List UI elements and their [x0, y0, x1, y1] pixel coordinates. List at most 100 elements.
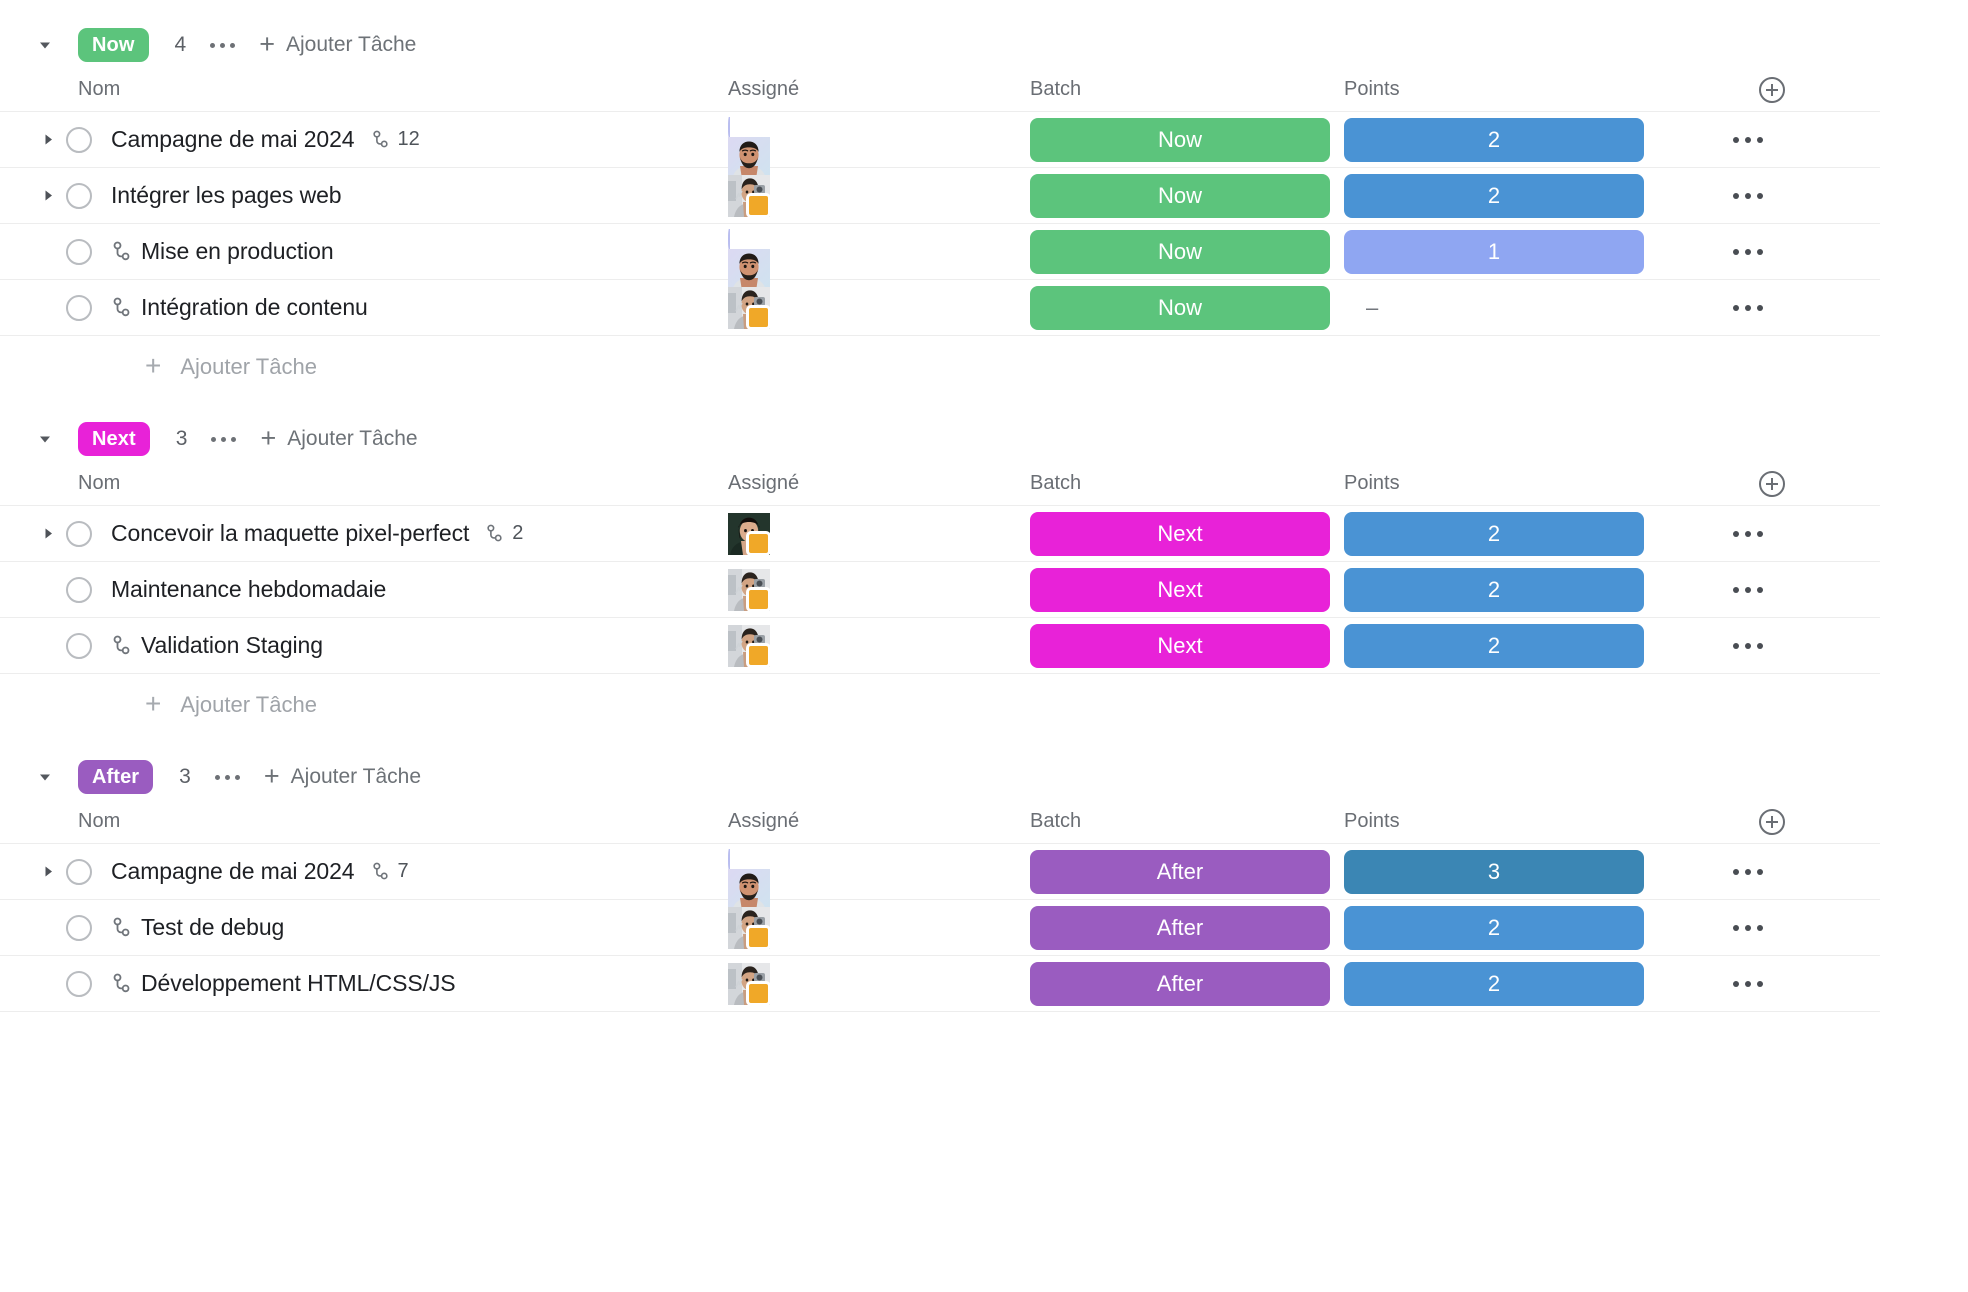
avatar[interactable] — [728, 228, 770, 310]
points-pill[interactable]: 2 — [1344, 623, 1644, 668]
points-pill[interactable]: 2 — [1344, 511, 1644, 556]
plus-circle-icon[interactable] — [1759, 808, 1785, 835]
avatar[interactable] — [728, 962, 771, 1006]
group-menu-icon[interactable] — [209, 431, 238, 448]
row-menu-icon[interactable] — [1729, 579, 1767, 601]
points-pill[interactable]: 2 — [1344, 173, 1644, 218]
column-header-assignee-cell: Assigné — [720, 78, 1030, 101]
task-title[interactable]: Validation Staging — [141, 632, 323, 659]
points-pill[interactable]: 2 — [1344, 117, 1644, 162]
circle-checkbox-icon[interactable] — [66, 294, 92, 321]
task-title[interactable]: Concevoir la maquette pixel-perfect — [111, 520, 469, 547]
add-task-row-button[interactable]: + Ajouter Tâche — [0, 336, 1968, 398]
avatar[interactable] — [728, 568, 771, 612]
caret-right-icon[interactable] — [40, 132, 56, 148]
task-batch-cell: Next — [1030, 567, 1344, 612]
task-title[interactable]: Campagne de mai 2024 — [111, 126, 355, 153]
batch-pill[interactable]: Next — [1030, 567, 1330, 612]
row-menu-icon[interactable] — [1729, 297, 1767, 319]
batch-pill[interactable]: Now — [1030, 117, 1330, 162]
task-title[interactable]: Intégration de contenu — [141, 294, 368, 321]
caret-down-icon[interactable] — [34, 766, 56, 788]
row-menu-icon[interactable] — [1729, 973, 1767, 995]
caret-right-icon[interactable] — [40, 864, 56, 880]
circle-checkbox-icon[interactable] — [66, 632, 92, 659]
avatar[interactable] — [728, 624, 771, 668]
group-badge-after[interactable]: After — [78, 760, 154, 794]
task-points-cell: 2 — [1344, 117, 1664, 162]
batch-pill[interactable]: After — [1030, 905, 1330, 950]
avatar[interactable] — [728, 512, 771, 556]
points-pill[interactable]: 3 — [1344, 849, 1644, 894]
column-header-batch-cell: Batch — [1030, 810, 1344, 833]
batch-pill[interactable]: Now — [1030, 173, 1330, 218]
group-add-task-label: Ajouter Tâche — [287, 427, 418, 450]
group-add-task-button[interactable]: + Ajouter Tâche — [264, 762, 421, 791]
group-menu-icon[interactable] — [208, 37, 237, 54]
circle-checkbox-icon[interactable] — [66, 238, 92, 265]
points-pill[interactable]: 2 — [1344, 961, 1644, 1006]
caret-right-icon[interactable] — [40, 188, 56, 204]
avatar[interactable] — [728, 286, 771, 330]
row-menu-icon[interactable] — [1729, 129, 1767, 151]
circle-checkbox-icon[interactable] — [66, 182, 92, 209]
table-row: Campagne de mai 2024 7 After 3 — [0, 844, 1880, 930]
task-name-cell: Intégrer les pages web — [0, 182, 720, 209]
circle-checkbox-icon[interactable] — [66, 520, 92, 547]
batch-pill[interactable]: Next — [1030, 623, 1330, 668]
table-row: Campagne de mai 2024 12 Now 2 — [0, 112, 1880, 198]
row-menu-icon[interactable] — [1729, 185, 1767, 207]
task-batch-cell: Next — [1030, 511, 1344, 556]
column-header-name: Nom — [78, 472, 121, 494]
task-title[interactable]: Intégrer les pages web — [111, 182, 342, 209]
row-menu-icon[interactable] — [1729, 241, 1767, 263]
caret-down-icon[interactable] — [34, 428, 56, 450]
circle-checkbox-icon[interactable] — [66, 970, 92, 997]
batch-pill[interactable]: Now — [1030, 229, 1330, 274]
circle-checkbox-icon[interactable] — [66, 126, 92, 153]
circle-checkbox-icon[interactable] — [66, 858, 92, 885]
row-menu-icon[interactable] — [1729, 861, 1767, 883]
batch-pill[interactable]: After — [1030, 961, 1330, 1006]
plus-circle-icon[interactable] — [1759, 470, 1785, 497]
group-next: Next 3 + Ajouter Tâche Nom Assigné Batch Points… — [0, 416, 1968, 754]
row-menu-icon[interactable] — [1729, 523, 1767, 545]
batch-pill[interactable]: Next — [1030, 511, 1330, 556]
table-row: Mise en production Now 1 — [0, 224, 1880, 310]
add-task-row-button[interactable]: + Ajouter Tâche — [0, 674, 1968, 736]
group-menu-icon[interactable] — [213, 769, 242, 786]
group-add-task-button[interactable]: + Ajouter Tâche — [259, 30, 416, 59]
group-add-task-label: Ajouter Tâche — [290, 765, 421, 788]
batch-pill[interactable]: Now — [1030, 285, 1330, 330]
caret-right-icon[interactable] — [40, 526, 56, 542]
task-title[interactable]: Mise en production — [141, 238, 334, 265]
subtask-branch-icon — [111, 241, 132, 263]
avatar[interactable] — [728, 848, 770, 930]
row-menu-icon[interactable] — [1729, 917, 1767, 939]
group-badge-now[interactable]: Now — [78, 28, 149, 62]
task-batch-cell: After — [1030, 905, 1344, 950]
avatar[interactable] — [728, 174, 771, 218]
group-add-task-button[interactable]: + Ajouter Tâche — [260, 424, 418, 453]
avatar[interactable] — [728, 116, 770, 198]
avatar[interactable] — [728, 906, 771, 950]
caret-down-icon[interactable] — [34, 34, 56, 56]
points-pill[interactable]: 2 — [1344, 567, 1644, 612]
points-pill[interactable]: 2 — [1344, 905, 1644, 950]
task-title[interactable]: Développement HTML/CSS/JS — [141, 970, 456, 997]
circle-checkbox-icon[interactable] — [66, 914, 92, 941]
batch-pill[interactable]: After — [1030, 849, 1330, 894]
group-badge-next[interactable]: Next — [78, 422, 150, 456]
subtask-count-value: 12 — [397, 128, 420, 150]
task-title[interactable]: Campagne de mai 2024 — [111, 858, 355, 885]
group-header-now: Now 4 + Ajouter Tâche — [0, 22, 1968, 68]
subtask-count-value: 7 — [397, 860, 409, 882]
plus-circle-icon[interactable] — [1759, 76, 1785, 103]
row-menu-icon[interactable] — [1729, 635, 1767, 657]
points-pill[interactable]: 1 — [1344, 229, 1644, 274]
task-title[interactable]: Maintenance hebdomadaie — [111, 576, 386, 603]
column-header-name-cell: Nom — [0, 810, 720, 833]
circle-checkbox-icon[interactable] — [66, 576, 92, 603]
task-title[interactable]: Test de debug — [141, 914, 284, 941]
